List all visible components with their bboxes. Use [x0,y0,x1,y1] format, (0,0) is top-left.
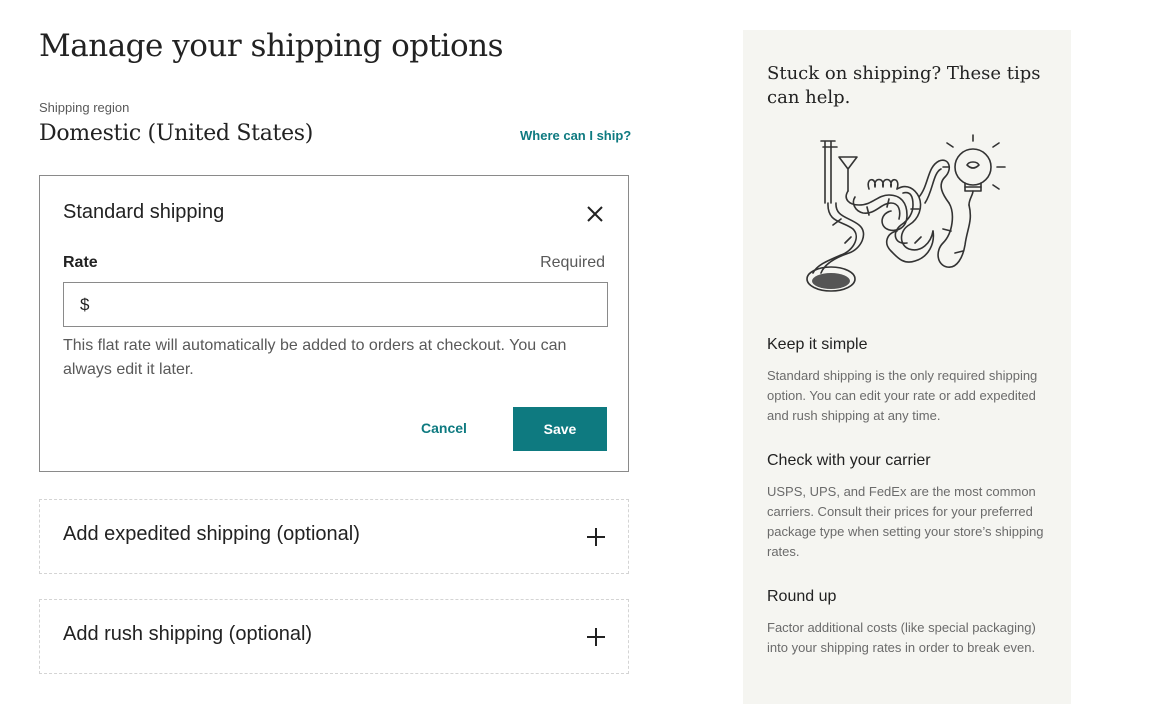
cancel-button[interactable]: Cancel [421,420,467,436]
rate-help-text: This flat rate will automatically be add… [63,337,567,378]
shipping-tips-panel: Stuck on shipping? These tips can help. … [743,30,1071,704]
add-expedited-shipping-label: Add expedited shipping (optional) [63,523,360,545]
page-title: Manage your shipping options [39,28,504,64]
add-expedited-shipping-row[interactable]: Add expedited shipping (optional) [39,499,629,574]
save-button[interactable]: Save [513,407,607,451]
tip-body-check-carrier: USPS, UPS, and FedEx are the most common… [767,484,1044,559]
plus-icon [587,628,605,646]
tip-heading-round-up: Round up [767,588,837,605]
shipping-region-label: Shipping region [39,100,130,115]
tip-heading-check-carrier: Check with your carrier [767,452,931,469]
close-icon [587,206,603,222]
shipping-tips-illustration [806,134,1006,292]
shipping-region-value: Domestic (United States) [39,121,314,146]
add-rush-shipping-row[interactable]: Add rush shipping (optional) [39,599,629,674]
rate-field[interactable]: $ [63,282,608,327]
where-can-i-ship-link[interactable]: Where can I ship? [520,128,631,143]
plus-icon [587,528,605,546]
close-button[interactable] [583,202,607,226]
tip-body-keep-it-simple: Standard shipping is the only required s… [767,368,1038,423]
rate-input[interactable] [89,282,607,327]
tip-heading-keep-it-simple: Keep it simple [767,336,868,353]
rate-label: Rate [63,254,98,271]
tips-title: Stuck on shipping? These tips can help. [767,63,1041,108]
standard-shipping-title: Standard shipping [63,201,225,223]
add-rush-shipping-label: Add rush shipping (optional) [63,623,313,645]
currency-symbol: $ [80,294,90,314]
required-label: Required [540,254,605,271]
standard-shipping-card: Standard shipping Rate Required $ This f… [39,175,629,472]
tip-body-round-up: Factor additional costs (like special pa… [767,620,1036,655]
